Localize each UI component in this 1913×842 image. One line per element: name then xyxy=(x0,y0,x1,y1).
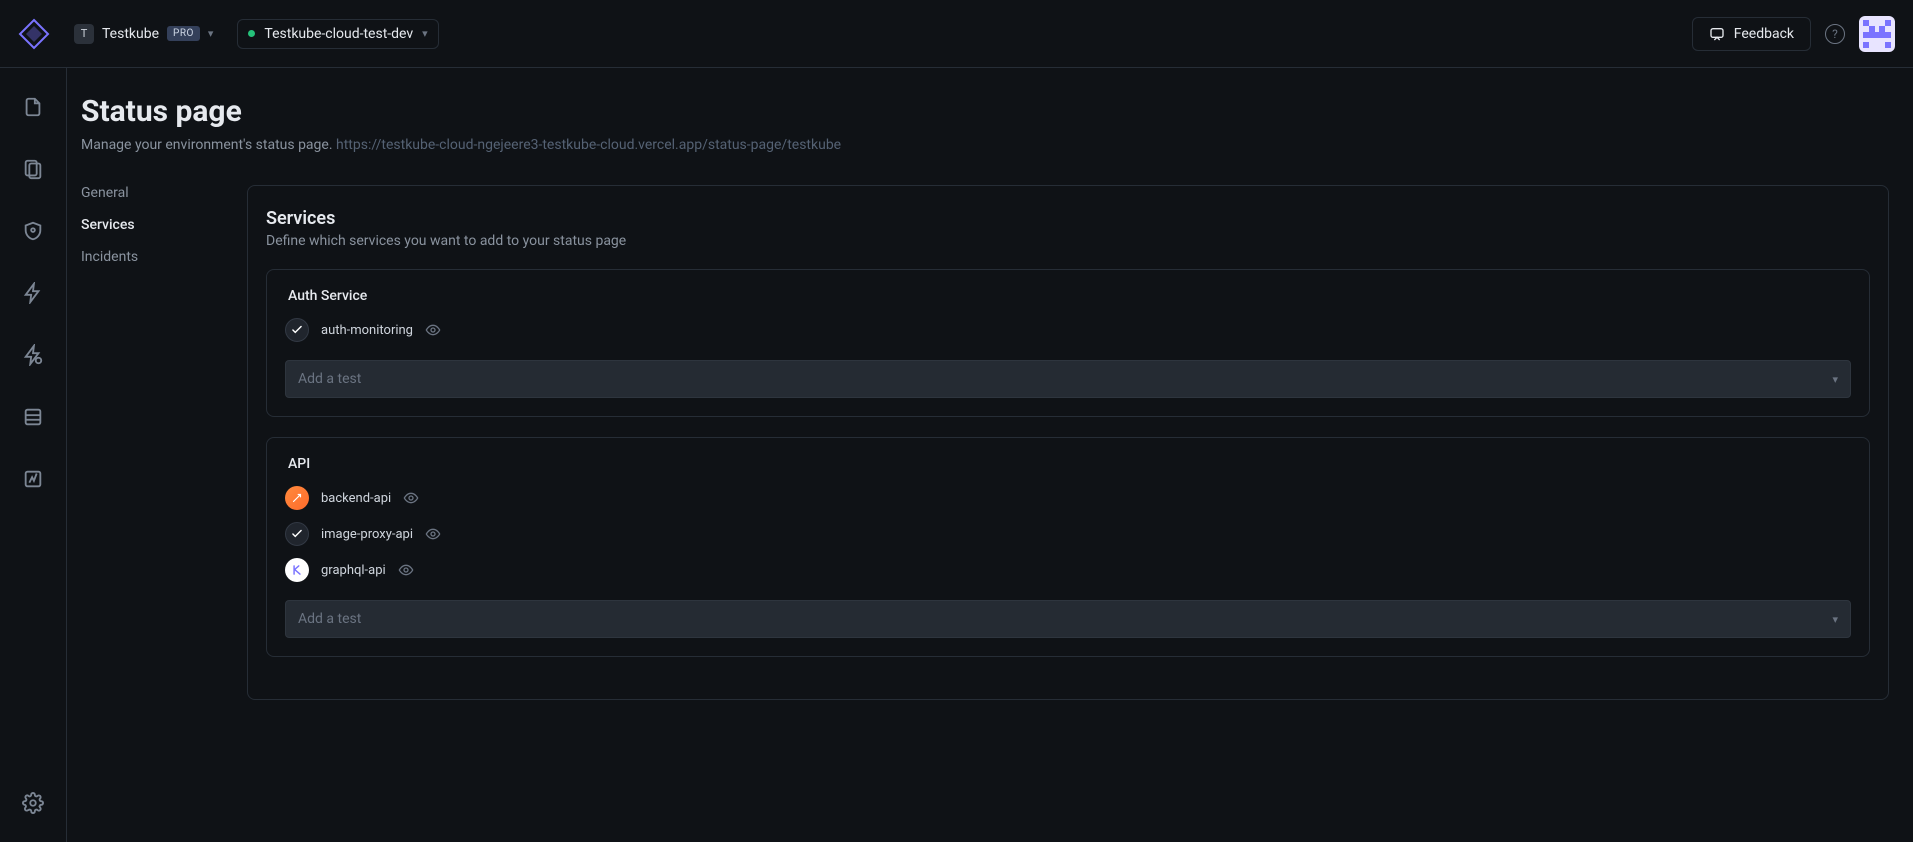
settings-tabs: General Services Incidents xyxy=(67,185,247,700)
chevron-down-icon: ▾ xyxy=(208,27,214,40)
panel-subheading: Define which services you want to add to… xyxy=(266,233,1870,249)
user-avatar[interactable] xyxy=(1859,16,1895,52)
add-test-select[interactable]: Add a test ▾ xyxy=(285,360,1851,398)
service-card: API backend-api image-proxy-api graphql-api… xyxy=(266,437,1870,657)
test-name: backend-api xyxy=(321,491,391,506)
visibility-toggle-icon[interactable] xyxy=(425,322,441,338)
pro-badge: PRO xyxy=(167,26,200,41)
services-panel: Services Define which services you want … xyxy=(247,185,1889,700)
org-name: Testkube xyxy=(102,26,159,42)
service-title: API xyxy=(288,456,1851,472)
test-list: auth-monitoring xyxy=(285,318,1851,342)
help-button[interactable]: ? xyxy=(1825,24,1845,44)
nav-item-webhooks[interactable] xyxy=(22,344,44,366)
page-title: Status page xyxy=(81,94,1889,129)
nav-item-file[interactable] xyxy=(22,96,44,118)
add-test-placeholder: Add a test xyxy=(298,611,361,627)
test-row: auth-monitoring xyxy=(285,318,1851,342)
chevron-down-icon: ▾ xyxy=(1832,613,1838,626)
nav-item-triggers[interactable] xyxy=(22,282,44,304)
environment-name: Testkube-cloud-test-dev xyxy=(264,26,413,42)
add-test-select[interactable]: Add a test ▾ xyxy=(285,600,1851,638)
test-row: graphql-api xyxy=(285,558,1851,582)
feedback-label: Feedback xyxy=(1734,26,1794,42)
test-name: graphql-api xyxy=(321,563,386,578)
test-type-icon xyxy=(285,318,309,342)
tab-general[interactable]: General xyxy=(81,185,247,201)
org-switcher[interactable]: T Testkube PRO ▾ xyxy=(64,18,223,50)
environment-switcher[interactable]: Testkube-cloud-test-dev ▾ xyxy=(237,19,438,49)
nav-item-security[interactable] xyxy=(22,220,44,242)
chat-icon xyxy=(1709,26,1725,42)
app-header: T Testkube PRO ▾ Testkube-cloud-test-dev… xyxy=(0,0,1913,68)
nav-item-executors[interactable] xyxy=(22,406,44,428)
chevron-down-icon: ▾ xyxy=(1832,373,1838,386)
test-type-icon xyxy=(285,522,309,546)
status-page-link[interactable]: https://testkube-cloud-ngejeere3-testkub… xyxy=(336,137,841,153)
nav-item-suites[interactable] xyxy=(22,158,44,180)
test-type-icon xyxy=(285,486,309,510)
nav-item-settings[interactable] xyxy=(22,792,44,814)
nav-item-status-page[interactable] xyxy=(22,468,44,490)
page-subtitle: Manage your environment's status page. h… xyxy=(81,137,1889,153)
test-row: image-proxy-api xyxy=(285,522,1851,546)
test-row: backend-api xyxy=(285,486,1851,510)
panel-heading: Services xyxy=(266,208,1870,229)
status-dot-icon xyxy=(248,30,255,37)
service-title: Auth Service xyxy=(288,288,1851,304)
test-list: backend-api image-proxy-api graphql-api xyxy=(285,486,1851,582)
service-card: Auth Service auth-monitoring Add a test ▾ xyxy=(266,269,1870,417)
test-name: image-proxy-api xyxy=(321,527,413,542)
test-type-icon xyxy=(285,558,309,582)
tab-incidents[interactable]: Incidents xyxy=(81,249,247,265)
visibility-toggle-icon[interactable] xyxy=(403,490,419,506)
page-subtitle-text: Manage your environment's status page. xyxy=(81,137,336,153)
chevron-down-icon: ▾ xyxy=(422,27,428,40)
test-name: auth-monitoring xyxy=(321,323,413,338)
primary-nav xyxy=(0,68,67,842)
tab-services[interactable]: Services xyxy=(81,217,247,233)
org-avatar: T xyxy=(74,24,94,44)
add-test-placeholder: Add a test xyxy=(298,371,361,387)
app-logo xyxy=(18,18,50,50)
feedback-button[interactable]: Feedback xyxy=(1692,17,1811,51)
visibility-toggle-icon[interactable] xyxy=(398,562,414,578)
visibility-toggle-icon[interactable] xyxy=(425,526,441,542)
